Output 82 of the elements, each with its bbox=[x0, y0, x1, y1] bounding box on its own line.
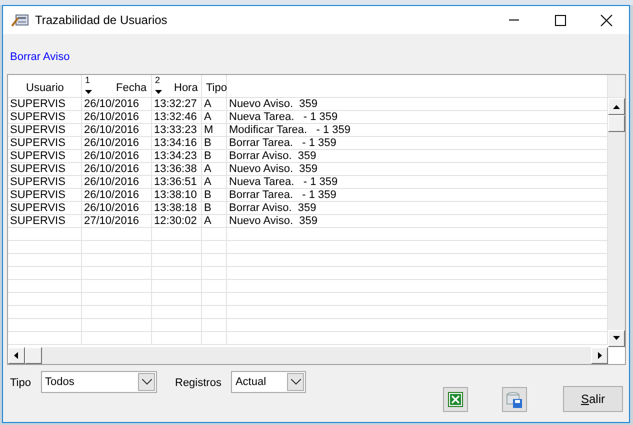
column-header[interactable]: Hora bbox=[174, 81, 198, 95]
excel-export-button[interactable] bbox=[443, 387, 468, 412]
table-cell: Borrar Tarea. - 1 359 bbox=[229, 189, 336, 201]
table-cell: 26/10/2016 bbox=[84, 98, 140, 110]
table-cell: Modificar Tarea. - 1 359 bbox=[229, 124, 350, 136]
sort-order: 1 bbox=[85, 76, 90, 85]
table-cell: 13:36:51 bbox=[154, 176, 197, 188]
table-cell: SUPERVIS bbox=[10, 176, 66, 188]
table-cell: B bbox=[204, 150, 212, 162]
scrollbar-thumb[interactable] bbox=[25, 347, 42, 364]
filter-label: Tipo bbox=[10, 376, 31, 391]
table-cell: A bbox=[204, 176, 212, 188]
table-cell: 26/10/2016 bbox=[84, 176, 140, 188]
chevron-down-icon bbox=[290, 379, 301, 385]
table-cell: 26/10/2016 bbox=[84, 202, 140, 214]
chevron-down-icon bbox=[142, 379, 152, 385]
column-header[interactable]: Fecha bbox=[116, 81, 147, 95]
exit-button[interactable]: Salir bbox=[563, 386, 623, 412]
sort-order: 2 bbox=[155, 76, 160, 85]
table-cell: 13:33:23 bbox=[154, 124, 197, 136]
table-cell: Borrar Aviso. 359 bbox=[229, 150, 316, 162]
dropdown-field[interactable]: Todos bbox=[41, 371, 157, 393]
arrow-up-icon bbox=[613, 103, 620, 110]
sort-descending-icon bbox=[155, 90, 162, 94]
table-cell: B bbox=[204, 137, 212, 149]
table-cell: Borrar Aviso. 359 bbox=[229, 202, 316, 214]
table-cell: Nueva Tarea. - 1 359 bbox=[229, 176, 338, 188]
table-cell: 13:38:18 bbox=[154, 202, 197, 214]
table-cell: Nuevo Aviso. 359 bbox=[229, 163, 318, 175]
table-cell: 26/10/2016 bbox=[84, 150, 140, 162]
table-cell: Nueva Tarea. - 1 359 bbox=[229, 111, 338, 123]
table-cell: 26/10/2016 bbox=[84, 163, 140, 175]
save-database-button[interactable] bbox=[502, 387, 527, 412]
table-cell: 26/10/2016 bbox=[84, 111, 140, 123]
table-cell: Nuevo Aviso. 359 bbox=[229, 215, 318, 227]
column-header[interactable]: Tipo bbox=[206, 81, 227, 95]
table-cell: 26/10/2016 bbox=[84, 124, 140, 136]
scroll-up-button[interactable] bbox=[608, 98, 625, 115]
sort-descending-icon bbox=[85, 90, 92, 94]
table-cell: Borrar Tarea. - 1 359 bbox=[229, 137, 336, 149]
table-cell: 26/10/2016 bbox=[84, 137, 140, 149]
dropdown-field[interactable]: Actual bbox=[231, 371, 306, 393]
table-cell: 13:38:10 bbox=[154, 189, 197, 201]
table-cell: M bbox=[204, 124, 214, 136]
table-cell: SUPERVIS bbox=[10, 189, 66, 201]
table-cell: 13:34:16 bbox=[154, 137, 197, 149]
scrollbar-thumb[interactable] bbox=[608, 115, 625, 132]
table-cell: A bbox=[204, 111, 212, 123]
filter-label: Registros bbox=[175, 376, 222, 391]
table-cell: Nuevo Aviso. 359 bbox=[229, 98, 318, 110]
table-cell: B bbox=[204, 202, 212, 214]
table-cell: B bbox=[204, 189, 212, 201]
column-header[interactable]: Usuario bbox=[26, 81, 64, 95]
table-cell: SUPERVIS bbox=[10, 98, 66, 110]
arrow-right-icon bbox=[596, 352, 603, 359]
table-cell: A bbox=[204, 98, 212, 110]
delete-notice-link[interactable]: Borrar Aviso bbox=[10, 49, 70, 63]
table-cell: A bbox=[204, 163, 212, 175]
table-cell: SUPERVIS bbox=[10, 215, 66, 227]
table-cell: A bbox=[204, 215, 212, 227]
table-cell: SUPERVIS bbox=[10, 137, 66, 149]
window-title: Trazabilidad de Usuarios bbox=[35, 12, 168, 29]
table-cell: 27/10/2016 bbox=[84, 215, 140, 227]
table-cell: 13:32:46 bbox=[154, 111, 197, 123]
table-cell: 12:30:02 bbox=[154, 215, 197, 227]
table-cell: 13:36:38 bbox=[154, 163, 197, 175]
arrow-down-icon bbox=[613, 335, 620, 342]
scroll-down-button[interactable] bbox=[608, 330, 625, 347]
table-cell: SUPERVIS bbox=[10, 163, 66, 175]
table-cell: 26/10/2016 bbox=[84, 189, 140, 201]
arrow-left-icon bbox=[13, 352, 20, 359]
scroll-left-button[interactable] bbox=[8, 347, 25, 364]
table-cell: SUPERVIS bbox=[10, 202, 66, 214]
table-cell: SUPERVIS bbox=[10, 124, 66, 136]
database-save-icon bbox=[506, 391, 523, 408]
table-cell: 13:34:23 bbox=[154, 150, 197, 162]
app-icon bbox=[11, 12, 29, 28]
table-cell: SUPERVIS bbox=[10, 150, 66, 162]
table-cell: 13:32:27 bbox=[154, 98, 197, 110]
spreadsheet-icon bbox=[448, 392, 463, 407]
table-cell: SUPERVIS bbox=[10, 111, 66, 123]
scroll-right-button[interactable] bbox=[591, 347, 608, 364]
